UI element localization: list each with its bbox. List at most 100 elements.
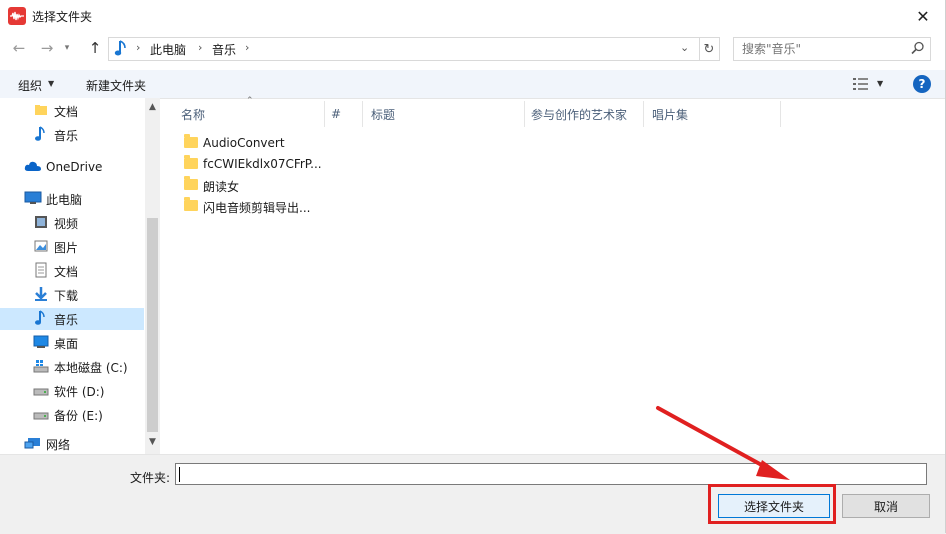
drive-icon [33,385,49,401]
folder-name-input[interactable] [175,463,927,485]
folder-icon [184,155,198,169]
sidebar-item-label: 软件 (D:) [54,384,105,399]
sidebar-item-label: 桌面 [54,336,79,351]
sidebar-item-this-pc[interactable]: 此电脑 [0,188,144,210]
picture-icon [34,239,50,255]
column-divider[interactable] [524,101,525,127]
search-icon[interactable] [911,41,925,58]
sidebar-item-documents[interactable]: 文档 [0,260,144,282]
recent-locations-button[interactable]: ▾ [60,35,74,61]
close-button[interactable]: ✕ [900,0,946,32]
arrow-up-icon: ↑ [88,39,102,57]
column-divider[interactable] [780,101,781,127]
file-name: 闪电音频剪辑导出... [203,201,311,215]
sidebar-item-downloads[interactable]: 下载 [0,284,144,306]
breadcrumb-separator[interactable]: › [198,41,202,54]
list-item[interactable]: fcCWIEkdlx07CFrP... [180,155,330,175]
sidebar-item-label: 下载 [54,288,79,303]
text-cursor [179,467,180,482]
file-name: AudioConvert [203,136,285,150]
scrollbar-thumb[interactable] [147,218,158,432]
sidebar-item-documents-quick[interactable]: 文档 [0,100,144,122]
back-button[interactable]: ← [8,35,30,61]
title-bar [0,0,946,32]
download-icon [33,286,49,302]
chevron-down-icon: ▾ [64,43,70,53]
sidebar-item-label: OneDrive [46,160,103,174]
select-folder-button[interactable]: 选择文件夹 [718,494,830,518]
column-divider[interactable] [324,101,325,127]
sidebar-item-music-quick[interactable]: 音乐 [0,124,144,146]
desktop-icon [33,335,49,351]
list-item[interactable]: 闪电音频剪辑导出... [180,197,330,217]
sidebar-item-videos[interactable]: 视频 [0,212,144,234]
refresh-icon: ↻ [703,41,715,57]
search-box[interactable] [733,37,931,61]
sidebar-item-desktop[interactable]: 桌面 [0,332,144,354]
sidebar-item-local-disk-c[interactable]: 本地磁盘 (C:) [0,356,144,378]
column-header-album[interactable]: 唱片集 [652,101,772,127]
sidebar-item-network[interactable]: 网络 [0,435,144,453]
help-icon[interactable]: ? [913,75,931,93]
sidebar-item-onedrive[interactable]: OneDrive [0,156,144,178]
arrow-left-icon: ← [12,39,26,57]
column-divider[interactable] [362,101,363,127]
music-note-icon [34,310,50,326]
network-icon [24,437,40,453]
sidebar-item-music[interactable]: 音乐 [0,308,144,330]
breadcrumb-separator[interactable]: › [245,41,249,54]
column-header-name[interactable]: 名称 [181,101,321,127]
arrow-right-icon: → [40,39,54,57]
breadcrumb-music[interactable]: 音乐 [212,41,236,58]
folder-field-label: 文件夹: [130,471,171,485]
sidebar-item-drive-e[interactable]: 备份 (E:) [0,404,144,426]
caret-down-icon[interactable]: ▼ [48,79,54,88]
sidebar-item-label: 网络 [46,437,71,452]
sidebar-item-label: 本地磁盘 (C:) [54,360,128,375]
annotation-arrow-icon [656,406,790,480]
windows-drive-icon [33,359,49,375]
sidebar-item-label: 视频 [54,216,79,231]
column-header-number[interactable]: # [331,101,361,127]
drive-icon [33,409,49,425]
caret-down-icon[interactable]: ▼ [877,79,883,88]
sidebar-item-label: 图片 [54,240,79,255]
sidebar-item-drive-d[interactable]: 软件 (D:) [0,380,144,402]
organize-button[interactable]: 组织 [18,77,42,94]
file-name: 朗读女 [203,180,240,194]
folder-icon [184,197,198,211]
video-icon [34,215,50,231]
refresh-button[interactable]: ↻ [699,37,720,61]
music-note-icon [114,39,130,60]
column-header-title[interactable]: 标题 [371,101,521,127]
new-folder-button[interactable]: 新建文件夹 [86,77,146,94]
sidebar-item-label: 音乐 [54,312,79,327]
sidebar-item-pictures[interactable]: 图片 [0,236,144,258]
window-title: 选择文件夹 [32,10,93,24]
column-header-artist[interactable]: 参与创作的艺术家 [531,101,641,127]
list-item[interactable]: AudioConvert [180,134,330,154]
view-details-icon[interactable] [852,77,870,94]
waveform-app-icon [8,7,26,25]
sidebar-item-label: 备份 (E:) [54,408,103,423]
column-divider[interactable] [643,101,644,127]
forward-button[interactable]: → [36,35,58,61]
breadcrumb-separator[interactable]: › [136,41,140,54]
cloud-icon [24,160,41,176]
cancel-button[interactable]: 取消 [842,494,930,518]
address-bar[interactable] [108,37,700,61]
address-dropdown-button[interactable]: ⌄ [680,41,689,54]
sidebar-item-label: 文档 [54,264,79,279]
close-icon: ✕ [916,6,930,26]
document-icon [34,262,50,278]
scroll-down-arrow-icon[interactable]: ▼ [145,437,160,451]
list-item[interactable]: 朗读女 [180,176,330,196]
breadcrumb-this-pc[interactable]: 此电脑 [150,41,186,58]
folder-icon [34,103,50,119]
folder-icon [184,134,198,148]
scroll-up-arrow-icon[interactable]: ▲ [145,102,160,116]
search-input[interactable] [740,41,904,57]
up-button[interactable]: ↑ [84,35,106,61]
computer-icon [24,191,42,207]
sidebar-item-label: 此电脑 [46,192,83,207]
